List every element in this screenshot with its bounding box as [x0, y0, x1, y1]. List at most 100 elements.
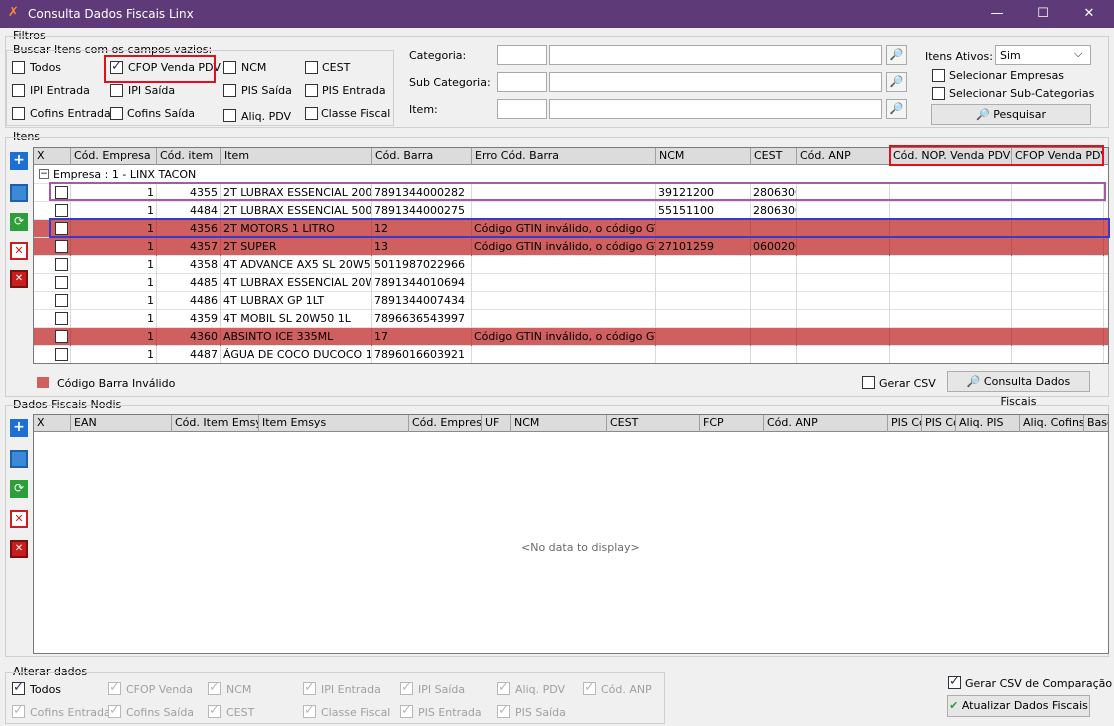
row-select-cell[interactable] [34, 238, 71, 256]
row-select-cell[interactable] [34, 346, 71, 363]
table-row[interactable]: 144854T LUBRAX ESSENCIAL 20W507891344010… [34, 274, 1108, 292]
table-row[interactable]: 1 4486 4T LUBRAX GP 1LT 7891344007434 [34, 292, 1108, 310]
nodis-col-uf[interactable]: UF [482, 415, 511, 432]
checkbox[interactable] [12, 680, 25, 695]
table-row[interactable]: 1 4357 2T SUPER 13 Código GTIN inválido, o c… [34, 238, 1108, 256]
refresh-icon[interactable]: ⟳ [10, 213, 28, 231]
checkbox[interactable] [223, 109, 236, 122]
cell-emp[interactable]: 1 [71, 346, 157, 363]
nodis-col-item-emsys[interactable]: Item Emsys [259, 415, 409, 432]
nodis-col-cod-item-emsys[interactable]: Cód. Item Emsys [172, 415, 259, 432]
cell-empty[interactable] [1012, 292, 1104, 310]
nodis-col-cod-empresa[interactable]: Cód. Empresa [409, 415, 482, 432]
cell-empty[interactable] [1012, 274, 1104, 292]
cell-erro[interactable] [472, 256, 656, 274]
cell-emp[interactable]: 1 [71, 310, 157, 328]
cell-empty[interactable] [1012, 328, 1104, 346]
checkbox[interactable] [305, 61, 318, 74]
cell-cest[interactable] [751, 328, 797, 346]
cell-emp[interactable]: 1 [71, 292, 157, 310]
item-code-input[interactable] [497, 99, 547, 119]
cell-ncm[interactable] [656, 292, 751, 310]
nodis-col-pis-cd-1[interactable]: PIS Cd [888, 415, 922, 432]
checkbox[interactable] [932, 87, 945, 100]
cell-barra[interactable]: 7896016603921 [372, 346, 472, 363]
cell-item[interactable]: 4T ADVANCE AX5 SL 20W50 1L [221, 256, 372, 274]
cell-item[interactable]: 2T SUPER [221, 238, 372, 256]
checkbox[interactable] [12, 107, 25, 120]
cell-ncm[interactable]: 27101259 [656, 238, 751, 256]
cell-barra[interactable]: 7891344007434 [372, 292, 472, 310]
cell-cest[interactable] [751, 346, 797, 363]
cell-ncm[interactable] [656, 274, 751, 292]
table-row[interactable]: 143584T ADVANCE AX5 SL 20W50 1L501198702… [34, 256, 1108, 274]
nodis-col-cod-anp[interactable]: Cód. ANP [764, 415, 888, 432]
cell-cod[interactable]: 4487 [157, 346, 221, 363]
cell-empty[interactable] [890, 292, 1012, 310]
checkbox[interactable] [862, 376, 875, 389]
nodis-col-cest[interactable]: CEST [607, 415, 700, 432]
add-icon[interactable]: + [10, 152, 28, 170]
cell-cest[interactable]: 0600200 [751, 238, 797, 256]
cell-empty[interactable] [890, 274, 1012, 292]
nodis-col-x[interactable]: X [34, 415, 71, 432]
cell-emp[interactable]: 1 [71, 256, 157, 274]
cell-cod[interactable]: 4360 [157, 328, 221, 346]
row-checkbox[interactable] [55, 258, 68, 271]
close-button[interactable]: ✕ [1066, 0, 1112, 28]
cell-barra[interactable]: 7896636543997 [372, 310, 472, 328]
row-select-cell[interactable] [34, 274, 71, 292]
col-item[interactable]: Item [221, 148, 372, 165]
refresh-icon[interactable]: ⟳ [10, 480, 28, 498]
nodis-col-fcp[interactable]: FCP [700, 415, 764, 432]
cell-barra[interactable]: 17 [372, 328, 472, 346]
cell-ncm[interactable] [656, 310, 751, 328]
checkbox-checked[interactable] [948, 674, 961, 689]
col-erro-cod-barra[interactable]: Erro Cód. Barra [472, 148, 656, 165]
cell-item[interactable]: 4T LUBRAX GP 1LT [221, 292, 372, 310]
nodis-col-aliq-pis[interactable]: Aliq. PIS [956, 415, 1020, 432]
cell-empty[interactable] [1012, 346, 1104, 363]
col-cod-item[interactable]: Cód. item [157, 148, 221, 165]
row-select-cell[interactable] [34, 310, 71, 328]
cell-ncm[interactable] [656, 346, 751, 363]
cell-cod[interactable]: 4358 [157, 256, 221, 274]
cell-ncm[interactable] [656, 328, 751, 346]
cell-cod[interactable]: 4485 [157, 274, 221, 292]
cell-cest[interactable] [751, 292, 797, 310]
col-cod-empresa[interactable]: Cód. Empresa [71, 148, 157, 165]
delete-icon[interactable]: ✕ [10, 510, 28, 528]
cell-barra[interactable]: 5011987022966 [372, 256, 472, 274]
minimize-button[interactable]: — [974, 0, 1020, 28]
cell-emp[interactable]: 1 [71, 238, 157, 256]
cell-empty[interactable] [797, 256, 890, 274]
checkbox[interactable] [223, 84, 236, 97]
checkbox[interactable] [223, 61, 236, 74]
table-row[interactable]: 1 4487 ÁGUA DE COCO DUCOCO 1 LI 78960166039… [34, 346, 1108, 363]
row-checkbox[interactable] [55, 348, 68, 361]
subcategoria-code-input[interactable] [497, 72, 547, 92]
add-icon[interactable]: + [10, 419, 28, 437]
maximize-button[interactable]: ☐ [1020, 0, 1066, 28]
cell-barra[interactable]: 13 [372, 238, 472, 256]
collapse-icon[interactable]: − [39, 169, 49, 179]
row-select-cell[interactable] [34, 292, 71, 310]
nodis-col-pis-cd-2[interactable]: PIS Cd [922, 415, 956, 432]
nodis-col-ncm[interactable]: NCM [511, 415, 607, 432]
item-desc-input[interactable] [549, 99, 882, 119]
table-row[interactable]: 1 4360 ABSINTO ICE 335ML 17 Código GTIN invá… [34, 328, 1108, 346]
cell-erro[interactable]: Código GTIN inválido, o código GTIN d [472, 328, 656, 346]
row-checkbox[interactable] [55, 312, 68, 325]
row-checkbox[interactable] [55, 330, 68, 343]
cell-empty[interactable] [1012, 238, 1104, 256]
delete-icon[interactable]: ✕ [10, 242, 28, 260]
cell-cod[interactable]: 4357 [157, 238, 221, 256]
checkbox[interactable] [12, 84, 25, 97]
cell-empty[interactable] [797, 238, 890, 256]
cell-cest[interactable] [751, 256, 797, 274]
nodis-col-ean[interactable]: EAN [71, 415, 172, 432]
add-multiple-icon[interactable] [10, 450, 28, 468]
row-checkbox[interactable] [55, 294, 68, 307]
nodis-col-aliq-cofins[interactable]: Aliq. Cofins [1020, 415, 1084, 432]
checkbox[interactable] [305, 84, 318, 97]
